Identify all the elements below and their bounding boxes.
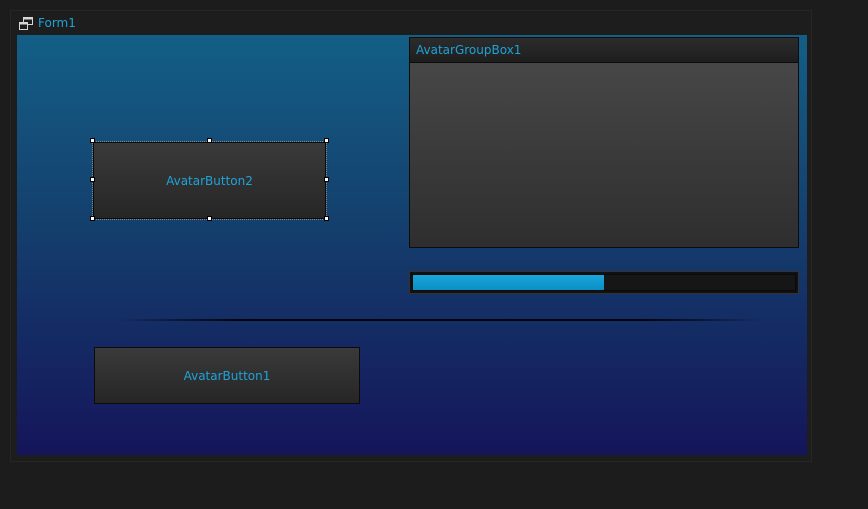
groupbox-title: AvatarGroupBox1	[416, 43, 522, 57]
form-window-icon	[19, 17, 33, 30]
progress-bar	[409, 271, 799, 294]
title-bar[interactable]: Form1	[11, 11, 811, 36]
avatar-button-2-label: AvatarButton2	[166, 173, 253, 188]
resize-handle-top-left[interactable]	[90, 138, 95, 143]
progress-fill	[413, 275, 604, 290]
resize-handle-middle-left[interactable]	[90, 177, 95, 182]
avatar-button-1[interactable]: AvatarButton1	[94, 347, 360, 404]
resize-handle-bottom-left[interactable]	[90, 216, 95, 221]
resize-handle-bottom-center[interactable]	[207, 216, 212, 221]
avatar-button-2[interactable]: AvatarButton2	[92, 141, 327, 220]
resize-handle-middle-right[interactable]	[324, 177, 329, 182]
groupbox-header: AvatarGroupBox1	[410, 38, 798, 63]
separator-line	[118, 319, 763, 321]
avatar-groupbox-1[interactable]: AvatarGroupBox1	[409, 37, 799, 248]
resize-handle-top-right[interactable]	[324, 138, 329, 143]
window-title: Form1	[38, 16, 76, 30]
progress-track	[412, 274, 796, 291]
resize-handle-bottom-right[interactable]	[324, 216, 329, 221]
resize-handle-top-center[interactable]	[207, 138, 212, 143]
avatar-button-1-label: AvatarButton1	[183, 368, 271, 383]
